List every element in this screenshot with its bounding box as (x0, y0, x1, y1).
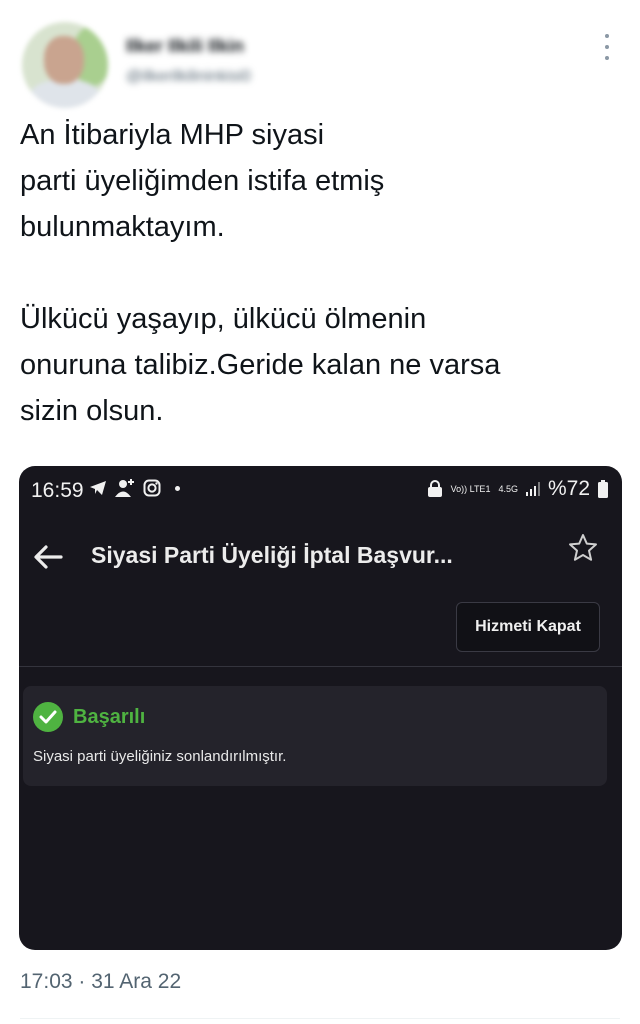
author-name[interactable]: Ilker Ilkili Ilkin (126, 36, 308, 56)
attached-screenshot[interactable]: 16:59 Vo)) LTE1 4.5G %72 Siyasi Parti Üy… (19, 466, 622, 950)
page-title: Siyasi Parti Üyeliği İptal Başvur... (91, 542, 453, 568)
close-service-button[interactable]: Hizmeti Kapat (456, 602, 600, 652)
status-time: 16:59 (31, 479, 84, 502)
avatar[interactable] (22, 22, 108, 108)
check-icon (39, 710, 57, 724)
divider (20, 1018, 620, 1019)
author-handle[interactable]: @ilkerilkilininkisi0 (126, 68, 331, 86)
battery-icon (598, 480, 608, 498)
star-outline-icon[interactable] (567, 532, 599, 564)
more-dot (605, 56, 609, 60)
tweet-line: Ülkücü yaşayıp, ülkücü ölmenin (20, 303, 427, 335)
more-dot (605, 34, 609, 38)
avatar-face (44, 36, 84, 84)
status-right-icons: Vo)) LTE1 4.5G %72 (427, 477, 608, 501)
alert-message: Siyasi parti üyeliğiniz sonlandırılmıştı… (33, 748, 287, 765)
telegram-icon (90, 481, 106, 495)
tweet-line: parti üyeliğimden istifa etmiş (20, 165, 385, 197)
tweet-card: Ilker Ilkili Ilkin @ilkerilkilininkisi0 … (0, 0, 640, 1024)
more-vertical-icon[interactable] (600, 34, 614, 60)
dot-icon (175, 485, 180, 491)
status-left-icons (89, 479, 180, 497)
tweet-text: An İtibariyla MHP siyasi parti üyeliğimd… (20, 112, 620, 434)
instagram-icon (143, 479, 161, 497)
tweet-line: bulunmaktayım. (20, 211, 225, 243)
tweet-line: sizin olsun. (20, 395, 164, 427)
alert-title: Başarılı (73, 706, 146, 728)
network-label: 4.5G (498, 484, 518, 494)
more-dot (605, 45, 609, 49)
avatar-suit (30, 80, 100, 108)
volte-label: Vo)) LTE1 (450, 484, 491, 494)
tweet-line: onuruna talibiz.Geride kalan ne varsa (20, 349, 501, 381)
divider (19, 666, 622, 667)
signal-icon (525, 482, 540, 496)
arrow-left-icon[interactable] (31, 540, 65, 574)
tweet-timestamp[interactable]: 17:03 · 31 Ara 22 (20, 970, 181, 994)
battery-level: %72 (547, 477, 590, 500)
tweet-line: An İtibariyla MHP siyasi (20, 119, 325, 151)
person-add-icon (115, 479, 134, 497)
status-bar: 16:59 Vo)) LTE1 4.5G %72 (19, 466, 622, 512)
check-circle-icon (33, 702, 63, 732)
app-bar: Siyasi Parti Üyeliği İptal Başvur... (19, 526, 622, 590)
lock-icon (427, 480, 442, 497)
success-alert: Başarılı Siyasi parti üyeliğiniz sonland… (23, 686, 607, 786)
